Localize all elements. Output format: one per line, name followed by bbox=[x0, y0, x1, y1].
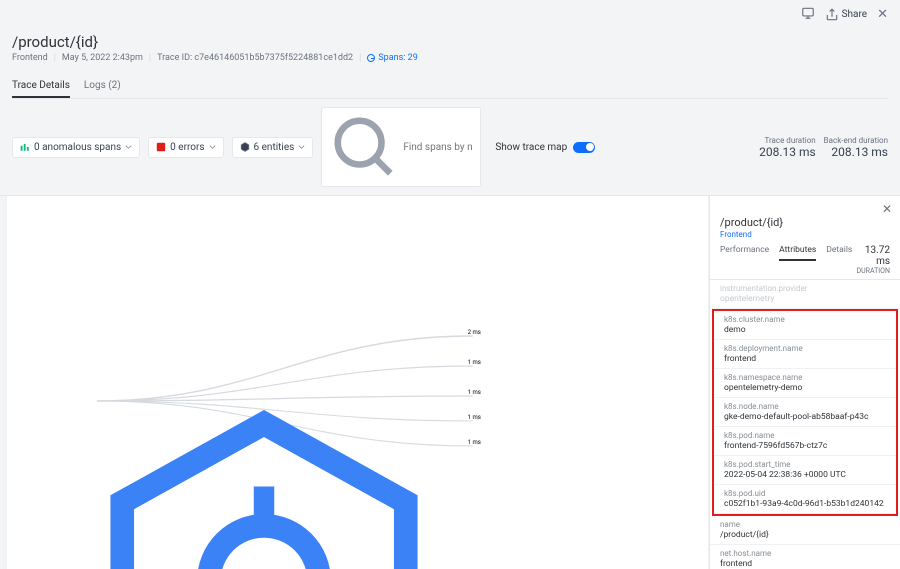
panel-service[interactable]: Frontend bbox=[720, 230, 890, 239]
svg-text:1 ms: 1 ms bbox=[468, 439, 481, 446]
svg-text:1 ms: 1 ms bbox=[468, 414, 481, 421]
attribute-row: instrumentation.provider opentelemetry bbox=[710, 280, 900, 309]
crumb-datetime: May 5, 2022 2:43pm bbox=[62, 53, 143, 63]
attribute-row: k8s.namespace.nameopentelemetry-demo bbox=[714, 369, 896, 398]
svg-text:1 ms: 1 ms bbox=[468, 389, 481, 396]
side-tab-details[interactable]: Details bbox=[826, 245, 852, 261]
crumb-spans[interactable]: Spans: 29 bbox=[367, 53, 417, 63]
entities-chip[interactable]: 6 entities bbox=[232, 137, 314, 158]
side-tab-attributes[interactable]: Attributes bbox=[779, 245, 816, 261]
k8s-attributes-highlight: k8s.cluster.namedemok8s.deployment.namef… bbox=[712, 309, 898, 516]
search-icon bbox=[329, 112, 399, 182]
search-input-wrap[interactable] bbox=[321, 107, 481, 187]
attribute-row: k8s.cluster.namedemo bbox=[714, 311, 896, 340]
chevron-down-icon bbox=[298, 145, 305, 149]
attribute-row: k8s.pod.namefrontend-7596fd567b-ctz7c bbox=[714, 427, 896, 456]
chevron-down-icon bbox=[209, 145, 216, 149]
trace-map-toggle[interactable] bbox=[573, 142, 595, 153]
attribute-row: net.host.namefrontend bbox=[710, 545, 900, 569]
share-label: Share bbox=[842, 9, 867, 20]
svg-text:2 ms: 2 ms bbox=[468, 329, 481, 336]
panel-close-icon[interactable]: ✕ bbox=[882, 202, 892, 216]
trace-map-label: Show trace map bbox=[495, 142, 567, 153]
attribute-row: k8s.pod.start_time2022-05-04 22:38:36 +0… bbox=[714, 456, 896, 485]
clock-icon bbox=[367, 54, 375, 62]
tab-logs-[interactable]: Logs (2) bbox=[84, 75, 121, 98]
attribute-row: name/product/{id} bbox=[710, 516, 900, 545]
share-button[interactable]: Share bbox=[825, 8, 867, 22]
errors-chip[interactable]: 0 errors bbox=[148, 137, 223, 158]
search-input[interactable] bbox=[403, 142, 473, 153]
trace-map-viz[interactable]: 2 ms 1 ms 1 ms 1 ms 1 ms Frontend (7x1xx… bbox=[6, 196, 709, 569]
attributes-panel: ✕ /product/{id} Frontend Performance Attr… bbox=[709, 196, 900, 569]
attribute-row: k8s.deployment.namefrontend bbox=[714, 340, 896, 369]
close-icon[interactable]: ✕ bbox=[877, 7, 888, 22]
attribute-row: k8s.node.namegke-demo-default-pool-ab58b… bbox=[714, 398, 896, 427]
trace-duration-metric: Trace duration 208.13 ms bbox=[759, 136, 816, 159]
feedback-icon[interactable] bbox=[801, 6, 815, 23]
tab-trace-details[interactable]: Trace Details bbox=[12, 75, 70, 98]
svg-text:1 ms: 1 ms bbox=[468, 359, 481, 366]
anomalous-chip[interactable]: 0 anomalous spans bbox=[12, 137, 140, 158]
panel-title: /product/{id} bbox=[720, 216, 890, 229]
crumb-service: Frontend bbox=[12, 53, 48, 63]
attribute-row: k8s.pod.uidc052f1b1-93a9-4c0d-96d1-b53b1… bbox=[714, 485, 896, 514]
chevron-down-icon bbox=[125, 145, 132, 149]
side-tab-performance[interactable]: Performance bbox=[720, 245, 769, 261]
duration-metric: 13.72 ms DURATION bbox=[852, 245, 890, 275]
crumb-trace-id: Trace ID: c7e46146051b5b7375f5224881ce1d… bbox=[157, 53, 353, 63]
page-title: /product/{id} bbox=[12, 33, 888, 51]
breadcrumb: Frontend | May 5, 2022 2:43pm | Trace ID… bbox=[12, 53, 888, 63]
trace-node-frontend[interactable]: Frontend (7x1xx) bbox=[75, 392, 453, 569]
backend-duration-metric: Back-end duration 208.13 ms bbox=[824, 136, 888, 159]
